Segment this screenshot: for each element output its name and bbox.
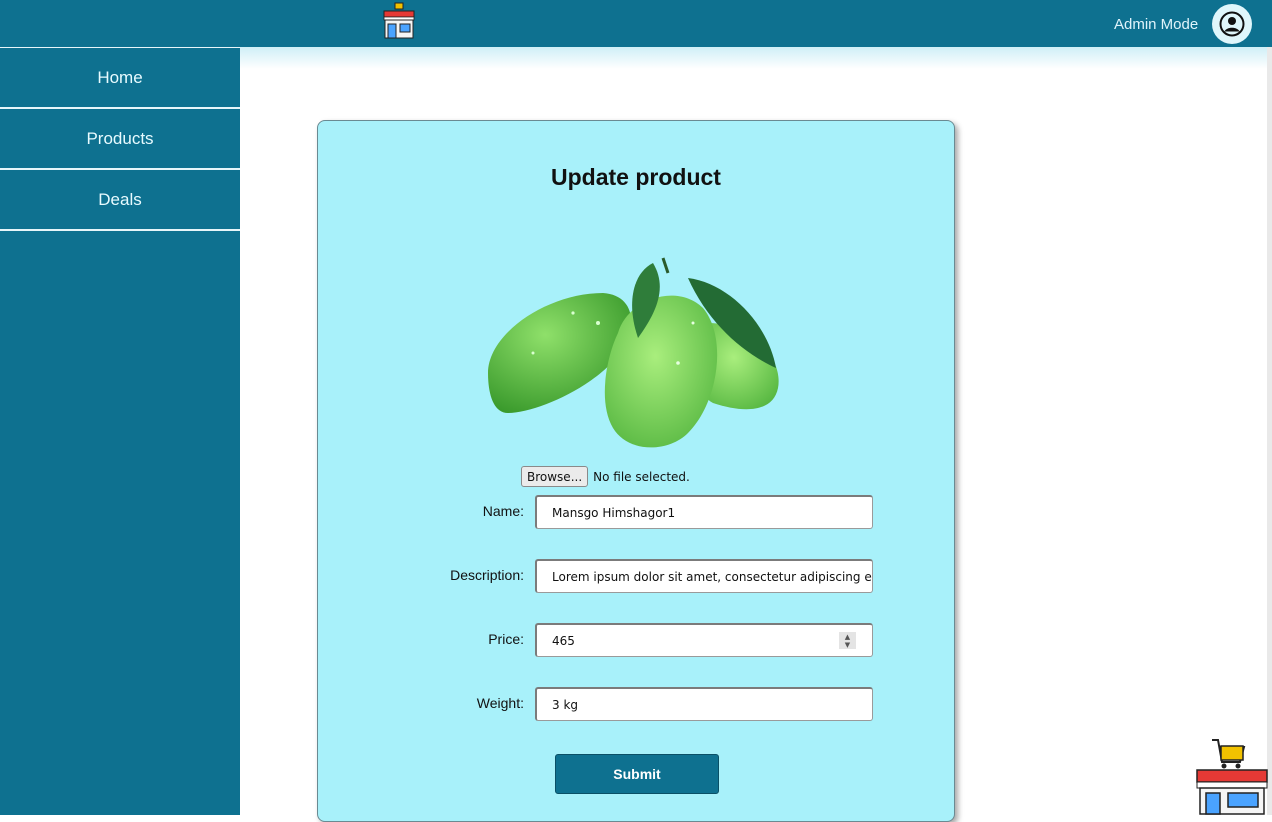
- sidebar-item-label: Home: [97, 67, 143, 87]
- chevron-down-icon[interactable]: ▼: [845, 641, 850, 649]
- file-status: No file selected.: [593, 469, 690, 484]
- name-field[interactable]: Mansgo Himshagor1: [535, 495, 873, 529]
- weight-field[interactable]: 3 kg: [535, 687, 873, 721]
- name-label: Name:: [482, 503, 524, 519]
- sidebar: Home Products Deals: [0, 47, 240, 815]
- price-field[interactable]: 465 ▲ ▼: [535, 623, 873, 657]
- description-field[interactable]: Lorem ipsum dolor sit amet, consectetur …: [535, 559, 873, 593]
- browse-button[interactable]: Browse...: [521, 466, 589, 487]
- admin-mode-label: Admin Mode: [1114, 16, 1199, 33]
- sidebar-item-deals[interactable]: Deals: [0, 170, 240, 231]
- file-picker: Browse... No file selected.: [521, 466, 690, 487]
- page-title: Update product: [551, 164, 721, 190]
- chevron-up-icon[interactable]: ▲: [845, 633, 850, 641]
- mango-product-image: [488, 257, 779, 448]
- user-circle-icon: [1219, 11, 1245, 37]
- submit-button[interactable]: Submit: [555, 754, 719, 794]
- sidebar-item-products[interactable]: Products: [0, 109, 240, 170]
- weight-label: Weight:: [476, 695, 524, 711]
- sidebar-item-label: Deals: [98, 189, 142, 209]
- main-top-shadow: [240, 47, 1272, 69]
- description-label: Description:: [450, 567, 524, 583]
- number-spinner[interactable]: ▲ ▼: [839, 632, 856, 649]
- store-icon[interactable]: [380, 2, 418, 40]
- sidebar-item-label: Products: [86, 128, 154, 148]
- avatar[interactable]: [1212, 4, 1252, 44]
- price-label: Price:: [488, 631, 524, 647]
- shop-cart-icon[interactable]: [1194, 736, 1270, 815]
- price-value: 465: [552, 633, 575, 648]
- update-product-card: Update product Browse... No file selecte…: [317, 120, 955, 822]
- top-bar: Admin Mode: [0, 0, 1272, 47]
- scrollbar[interactable]: [1267, 47, 1272, 815]
- sidebar-item-home[interactable]: Home: [0, 47, 240, 109]
